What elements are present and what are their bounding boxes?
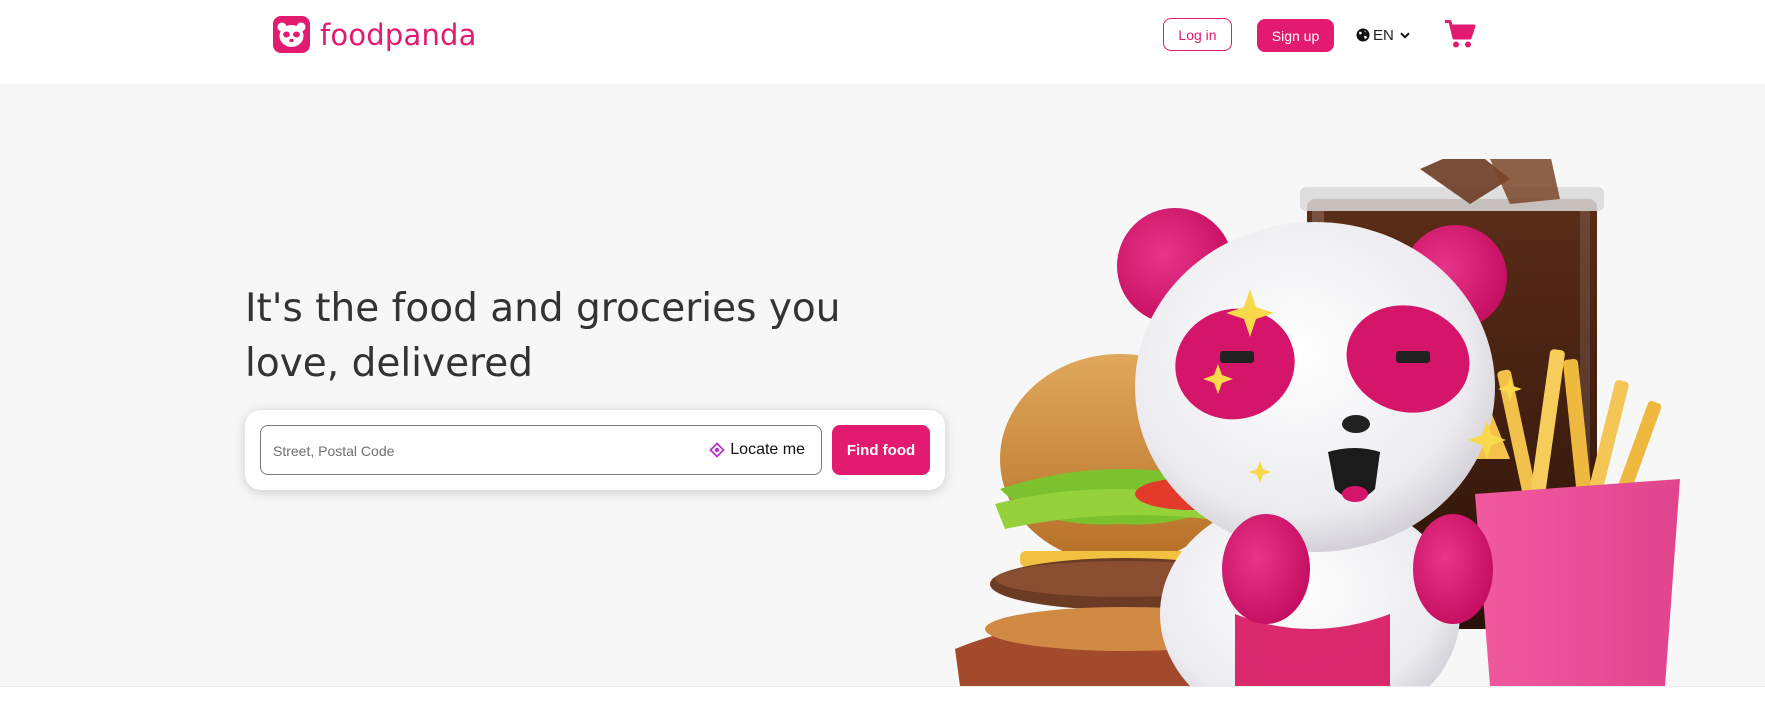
signup-button[interactable]: Sign up: [1257, 19, 1334, 52]
address-input[interactable]: [271, 426, 695, 476]
locate-me-button[interactable]: Locate me: [709, 426, 805, 474]
location-target-icon: [709, 442, 726, 458]
foodpanda-logo[interactable]: foodpanda: [273, 16, 477, 53]
page-divider: [0, 686, 1765, 710]
language-label: EN: [1373, 26, 1394, 44]
find-food-button[interactable]: Find food: [832, 425, 930, 475]
panda-mascot-illustration: [950, 147, 1700, 686]
address-field: Locate me: [260, 425, 822, 476]
address-search-card: Locate me Find food: [245, 410, 945, 490]
hero-headline: It's the food and groceries you love, de…: [245, 286, 841, 386]
login-button[interactable]: Log in: [1163, 18, 1232, 51]
brand-name: foodpanda: [320, 17, 477, 52]
chevron-down-icon: [1400, 31, 1410, 39]
hero-section: It's the food and groceries you love, de…: [0, 84, 1765, 686]
site-header: foodpanda Log in Sign up EN: [0, 0, 1765, 84]
locate-me-label: Locate me: [730, 441, 805, 458]
globe-icon: [1356, 28, 1370, 42]
language-selector[interactable]: EN: [1356, 24, 1410, 46]
cart-icon[interactable]: [1444, 19, 1476, 49]
panda-logo-icon: [273, 16, 310, 53]
